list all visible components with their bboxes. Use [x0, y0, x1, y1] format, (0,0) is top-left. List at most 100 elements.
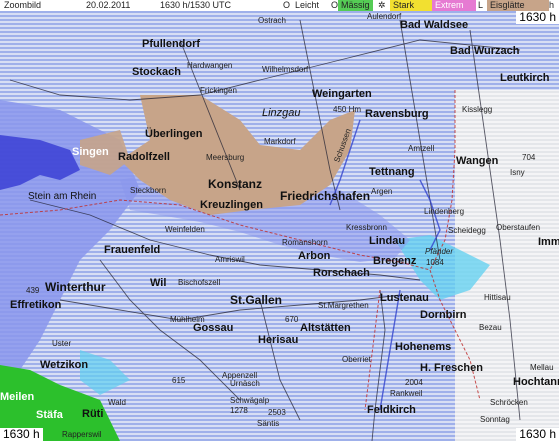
- place-h-freschen: H. Freschen: [420, 362, 483, 374]
- place-lindau: Lindau: [369, 235, 406, 247]
- precip-cyan-zone-2: [80, 350, 130, 395]
- legend-marker-4: L: [478, 0, 484, 10]
- legend-extreme: Extrem: [432, 0, 476, 11]
- time-stamp-bottom-left: 1630 h: [0, 428, 43, 441]
- place-effretikon: Effretikon: [10, 299, 62, 311]
- place-weinfelden: Weinfelden: [165, 225, 205, 234]
- place-urnaesch: Urnäsch: [230, 379, 260, 388]
- place-linzgau: Linzgau: [262, 107, 301, 119]
- place-sonntag: Sonntag: [480, 415, 510, 424]
- header-bar: Zoombild 20.02.2011 1630 h/1530 UTC O Le…: [0, 0, 559, 11]
- place-scheidegg: Scheidegg: [448, 226, 486, 235]
- place-rapperswil: Rapperswil: [62, 430, 102, 439]
- height-704: 704: [522, 153, 536, 162]
- place-friedrichshafen: Friedrichshafen: [280, 189, 371, 203]
- height-1084: 1084: [426, 258, 444, 267]
- legend-marker-3: ✲: [378, 0, 386, 10]
- place-wil: Wil: [150, 277, 167, 289]
- height-2004: 2004: [405, 378, 423, 387]
- place-staefa: Stäfa: [36, 409, 63, 421]
- place-ravensburg: Ravensburg: [365, 108, 429, 120]
- place-markdorf: Markdorf: [264, 137, 296, 146]
- place-winterthur: Winterthur: [45, 280, 106, 294]
- place-kisslegg: Kisslegg: [462, 105, 493, 114]
- place-schroecken: Schröcken: [490, 398, 528, 407]
- place-st-gallen: St.Gallen: [230, 293, 283, 307]
- place-singen: Singen: [72, 146, 109, 158]
- place-steckborn: Steckborn: [130, 186, 167, 195]
- place-oberstaufen: Oberstaufen: [496, 223, 541, 232]
- place-wilhelmsdorf: Wilhelmsdorf: [262, 65, 309, 74]
- legend-marker-1: O: [283, 0, 291, 10]
- place-kreuzlingen: Kreuzlingen: [200, 199, 263, 211]
- time-label: 1630 h/1530 UTC: [160, 0, 232, 10]
- place-immenstadt: Imm: [538, 236, 559, 248]
- place-arbon: Arbon: [298, 250, 331, 262]
- place-tettnang: Tettnang: [369, 166, 415, 178]
- place-hardwangen: Hardwangen: [187, 61, 233, 70]
- place-bezau: Bezau: [479, 323, 502, 332]
- legend-marker-2: O: [331, 0, 339, 10]
- date-label: 20.02.2011: [86, 0, 131, 10]
- place-rankweil: Rankweil: [390, 389, 423, 398]
- place-bad-waldsee: Bad Waldsee: [400, 19, 469, 31]
- time-stamp-top-right: 1630 h: [516, 11, 559, 24]
- place-meersburg: Meersburg: [206, 153, 245, 162]
- place-ueberlingen: Überlingen: [145, 128, 203, 140]
- place-amriswil: Amriswil: [215, 255, 245, 264]
- place-hohenems: Hohenems: [395, 341, 452, 353]
- map-view[interactable]: Zoombild 20.02.2011 1630 h/1530 UTC O Le…: [0, 0, 559, 441]
- place-weingarten: Weingarten: [312, 88, 372, 100]
- place-lindenberg: Lindenberg: [424, 207, 465, 216]
- height-670: 670: [285, 315, 299, 324]
- place-feldkirch: Feldkirch: [367, 404, 416, 416]
- place-frauenfeld: Frauenfeld: [104, 244, 161, 256]
- zoom-label: Zoombild: [4, 0, 42, 10]
- place-herisau: Herisau: [258, 334, 299, 346]
- place-stockach: Stockach: [132, 66, 181, 78]
- legend-strong: Stark: [390, 0, 432, 11]
- place-bischofszell: Bischofszell: [178, 278, 221, 287]
- place-bad-wurzach: Bad Wurzach: [450, 45, 520, 57]
- place-uster: Uster: [52, 339, 72, 348]
- height-439: 439: [26, 286, 40, 295]
- time-stamp-bottom-right: 1630 h: [516, 428, 559, 441]
- place-dornbirn: Dornbirn: [420, 309, 467, 321]
- place-meilen: Meilen: [0, 391, 35, 403]
- place-altstaetten: Altstätten: [300, 322, 351, 334]
- place-oberriet: Oberriet: [342, 355, 371, 364]
- place-hittisau: Hittisau: [484, 293, 511, 302]
- place-bregenz: Bregenz: [373, 255, 417, 267]
- height-2503: 2503: [268, 408, 286, 417]
- place-rorschach: Rorschach: [313, 267, 370, 279]
- river-argen: Argen: [371, 187, 393, 196]
- place-ostrach: Ostrach: [258, 16, 287, 25]
- place-gossau: Gossau: [193, 322, 234, 334]
- place-mellau: Mellau: [530, 363, 554, 372]
- place-wangen: Wangen: [456, 155, 499, 167]
- place-kressbronn: Kressbronn: [346, 223, 387, 232]
- place-amtzell: Amtzell: [408, 144, 435, 153]
- height-450: 450 Hm: [333, 105, 362, 114]
- place-radolfzell: Radolfzell: [118, 151, 170, 163]
- place-saentis: Säntis: [257, 419, 280, 428]
- place-isny: Isny: [510, 168, 525, 177]
- place-st-margrethen: St.Margrethen: [318, 301, 369, 310]
- place-pfullendorf: Pfullendorf: [142, 38, 201, 50]
- legend-light: Leicht: [295, 0, 320, 10]
- place-leutkirch: Leutkirch: [500, 72, 550, 84]
- place-frickingen: Frickingen: [200, 86, 237, 95]
- place-wetzikon: Wetzikon: [40, 359, 89, 371]
- place-aulendorf: Aulendorf: [367, 12, 402, 21]
- legend-moderate: Mässig: [338, 0, 373, 11]
- height-615: 615: [172, 376, 186, 385]
- place-romanshorn: Romanshorn: [282, 238, 328, 247]
- place-lustenau: Lustenau: [380, 292, 429, 304]
- place-wald: Wald: [108, 398, 126, 407]
- place-hochtannberg: Hochtannberg: [513, 376, 559, 388]
- place-stein-am-rhein: Stein am Rhein: [28, 191, 97, 202]
- height-1278: 1278: [230, 406, 248, 415]
- place-rueti: Rüti: [82, 408, 104, 420]
- place-pfander: Pfänder: [425, 247, 454, 256]
- place-konstanz: Konstanz: [208, 177, 262, 191]
